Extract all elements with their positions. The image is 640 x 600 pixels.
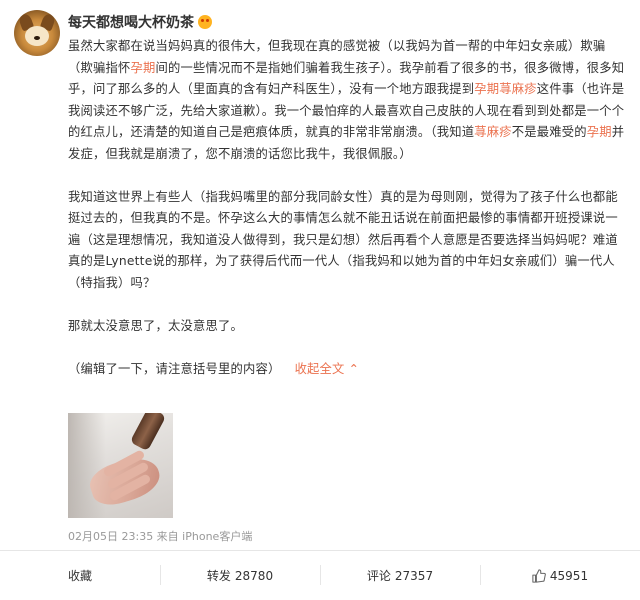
repost-count: 28780 xyxy=(234,568,274,583)
text-segment: 不是最难受的 xyxy=(511,125,587,139)
emoji-icon xyxy=(198,15,212,29)
text-segment: 我知道这世界上有些人（指我妈嘴里的部分我同龄女性）真的是为母则刚，觉得为了孩子什… xyxy=(68,189,618,290)
keyword-link[interactable]: 孕期 xyxy=(587,125,612,139)
user-header: 每天都想喝大杯奶茶 xyxy=(68,12,212,32)
text-segment: 那就太没意思了，太没意思了。 xyxy=(68,318,243,333)
post-paragraph: 我知道这世界上有些人（指我妈嘴里的部分我同龄女性）真的是为母则刚，觉得为了孩子什… xyxy=(68,187,628,295)
post-image[interactable] xyxy=(68,413,173,518)
repost-label: 转发 xyxy=(206,569,231,583)
edit-row: （编辑了一下，请注意括号里的内容） 收起全文 ⌃ xyxy=(68,359,628,381)
post-content: 虽然大家都在说当妈妈真的很伟大，但我现在真的感觉被（以我妈为首一帮的中年妇女亲戚… xyxy=(68,36,628,380)
post-meta: 02月05日 23:35 来自 iPhone客户端 xyxy=(68,530,253,543)
username[interactable]: 每天都想喝大杯奶茶 xyxy=(68,12,194,32)
avatar[interactable] xyxy=(14,10,60,56)
comment-button[interactable]: 评论 27357 xyxy=(320,551,480,600)
comment-label: 评论 xyxy=(366,569,391,583)
post-paragraph: 那就太没意思了，太没意思了。 xyxy=(68,316,628,338)
collapse-icon: ⌃ xyxy=(348,361,360,376)
like-count: 45951 xyxy=(549,568,589,583)
collapse-link[interactable]: 收起全文 ⌃ xyxy=(295,362,360,376)
keyword-link[interactable]: 荨麻疹 xyxy=(474,125,512,139)
keyword-link[interactable]: 孕期 xyxy=(131,61,156,75)
collapse-label: 收起全文 xyxy=(294,361,345,376)
post-paragraphs: 虽然大家都在说当妈妈真的很伟大，但我现在真的感觉被（以我妈为首一帮的中年妇女亲戚… xyxy=(68,36,628,337)
comment-count: 27357 xyxy=(394,568,434,583)
thumbs-up-icon xyxy=(532,568,546,583)
edit-note: （编辑了一下，请注意括号里的内容） xyxy=(68,361,281,376)
post-paragraph: 虽然大家都在说当妈妈真的很伟大，但我现在真的感觉被（以我妈为首一帮的中年妇女亲戚… xyxy=(68,36,628,165)
image-object xyxy=(129,413,167,452)
repost-button[interactable]: 转发 28780 xyxy=(160,551,320,600)
avatar-nose xyxy=(34,36,40,40)
like-button[interactable]: 45951 xyxy=(480,551,640,600)
favorite-label: 收藏 xyxy=(67,569,92,583)
favorite-button[interactable]: 收藏 xyxy=(0,551,160,600)
action-bar: 收藏 转发 28780 评论 27357 45951 xyxy=(0,551,640,600)
keyword-link[interactable]: 孕期荨麻疹 xyxy=(474,82,537,96)
